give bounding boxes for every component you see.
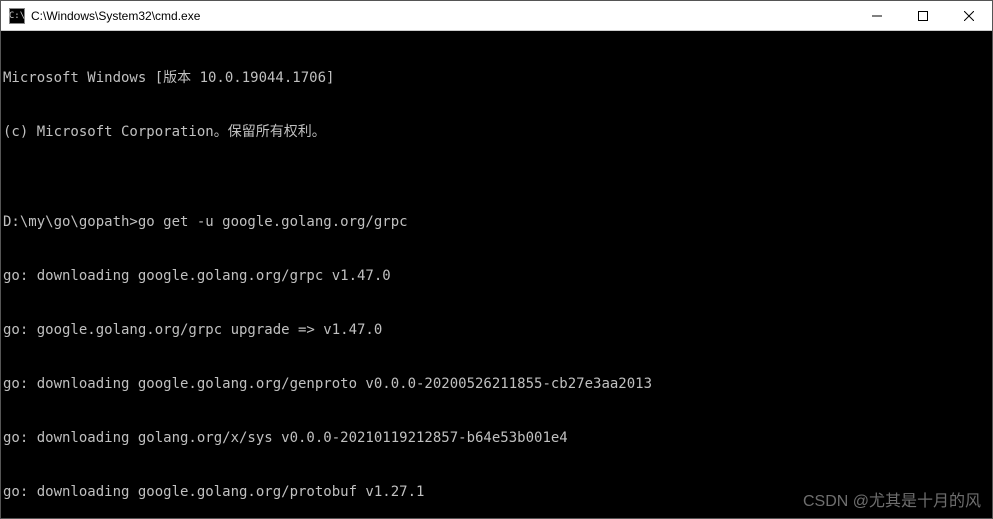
close-button[interactable] (946, 1, 992, 31)
terminal-line: go: google.golang.org/grpc upgrade => v1… (3, 321, 992, 339)
terminal-line: Microsoft Windows [版本 10.0.19044.1706] (3, 69, 992, 87)
terminal-line: go: downloading google.golang.org/grpc v… (3, 267, 992, 285)
cmd-icon: C:\ (9, 8, 25, 24)
terminal-line: go: downloading google.golang.org/genpro… (3, 375, 992, 393)
terminal-line: D:\my\go\gopath>go get -u google.golang.… (3, 213, 992, 231)
maximize-icon (918, 11, 928, 21)
terminal-line: go: downloading google.golang.org/protob… (3, 483, 992, 501)
minimize-icon (872, 11, 882, 21)
window-title: C:\Windows\System32\cmd.exe (31, 9, 200, 23)
terminal-line: go: downloading golang.org/x/sys v0.0.0-… (3, 429, 992, 447)
terminal-output[interactable]: Microsoft Windows [版本 10.0.19044.1706] (… (1, 31, 992, 518)
close-icon (964, 11, 974, 21)
titlebar[interactable]: C:\ C:\Windows\System32\cmd.exe (1, 1, 992, 31)
minimize-button[interactable] (854, 1, 900, 31)
terminal-line: (c) Microsoft Corporation。保留所有权利。 (3, 123, 992, 141)
cmd-window: C:\ C:\Windows\System32\cmd.exe Microsof… (0, 0, 993, 519)
maximize-button[interactable] (900, 1, 946, 31)
